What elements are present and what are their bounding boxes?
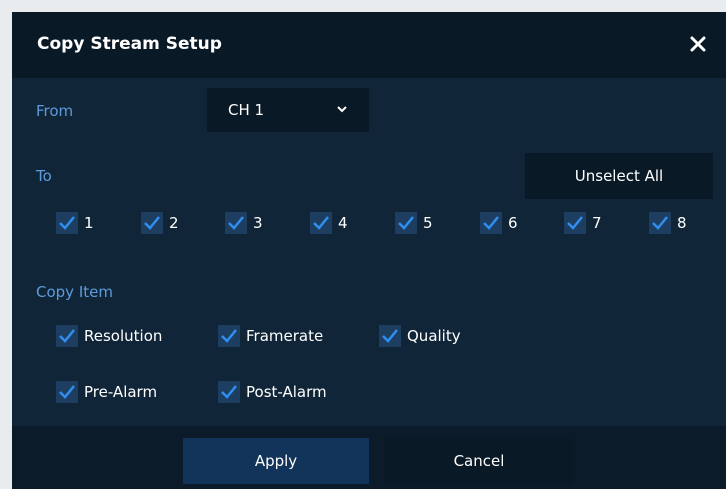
channel-checkbox-8[interactable]: 8 <box>649 211 687 235</box>
channel-label: 1 <box>84 214 94 232</box>
channel-label: 7 <box>592 214 602 232</box>
dialog-title: Copy Stream Setup <box>37 34 222 54</box>
channel-label: 4 <box>338 214 348 232</box>
apply-button[interactable]: Apply <box>183 438 369 484</box>
channel-checkbox-6[interactable]: 6 <box>480 211 518 235</box>
channel-checkbox-5[interactable]: 5 <box>395 211 433 235</box>
checkbox-checked-icon <box>141 212 163 234</box>
copy-item-framerate-checkbox[interactable]: Framerate <box>218 324 323 348</box>
channel-checkbox-4[interactable]: 4 <box>310 211 348 235</box>
checkbox-checked-icon <box>225 212 247 234</box>
dialog-titlebar: Copy Stream Setup <box>12 12 726 78</box>
chevron-down-icon <box>335 102 349 116</box>
copy-item-label-text: Quality <box>407 327 461 345</box>
checkbox-checked-icon <box>218 325 240 347</box>
copy-item-pre-alarm-checkbox[interactable]: Pre-Alarm <box>56 380 157 404</box>
checkbox-checked-icon <box>56 381 78 403</box>
copy-item-post-alarm-checkbox[interactable]: Post-Alarm <box>218 380 327 404</box>
checkbox-checked-icon <box>395 212 417 234</box>
channel-label: 8 <box>677 214 687 232</box>
from-channel-value: CH 1 <box>228 101 265 119</box>
copy-stream-setup-dialog: Copy Stream Setup From CH 1 To Unselect … <box>12 12 726 489</box>
checkbox-checked-icon <box>310 212 332 234</box>
copy-item-label-text: Resolution <box>84 327 163 345</box>
unselect-all-button[interactable]: Unselect All <box>525 153 713 199</box>
checkbox-checked-icon <box>480 212 502 234</box>
checkbox-checked-icon <box>56 325 78 347</box>
copy-item-quality-checkbox[interactable]: Quality <box>379 324 461 348</box>
channel-label: 2 <box>169 214 179 232</box>
copy-item-label-text: Pre-Alarm <box>84 383 158 401</box>
to-label: To <box>36 167 52 185</box>
channel-checkbox-3[interactable]: 3 <box>225 211 263 235</box>
copy-item-label-text: Framerate <box>246 327 324 345</box>
checkbox-checked-icon <box>56 212 78 234</box>
copy-item-label-text: Post-Alarm <box>246 383 327 401</box>
copy-item-resolution-checkbox[interactable]: Resolution <box>56 324 162 348</box>
channel-label: 6 <box>508 214 518 232</box>
cancel-button[interactable]: Cancel <box>385 438 573 484</box>
from-label: From <box>36 102 74 120</box>
close-icon[interactable] <box>686 32 710 56</box>
copy-item-label: Copy Item <box>36 283 113 301</box>
channel-label: 3 <box>253 214 263 232</box>
channel-label: 5 <box>423 214 433 232</box>
channel-checkbox-1[interactable]: 1 <box>56 211 94 235</box>
channel-checkbox-7[interactable]: 7 <box>564 211 602 235</box>
checkbox-checked-icon <box>379 325 401 347</box>
from-channel-select[interactable]: CH 1 <box>207 88 369 132</box>
checkbox-checked-icon <box>564 212 586 234</box>
checkbox-checked-icon <box>218 381 240 403</box>
dialog-footer <box>12 426 726 489</box>
channel-checkbox-2[interactable]: 2 <box>141 211 179 235</box>
checkbox-checked-icon <box>649 212 671 234</box>
